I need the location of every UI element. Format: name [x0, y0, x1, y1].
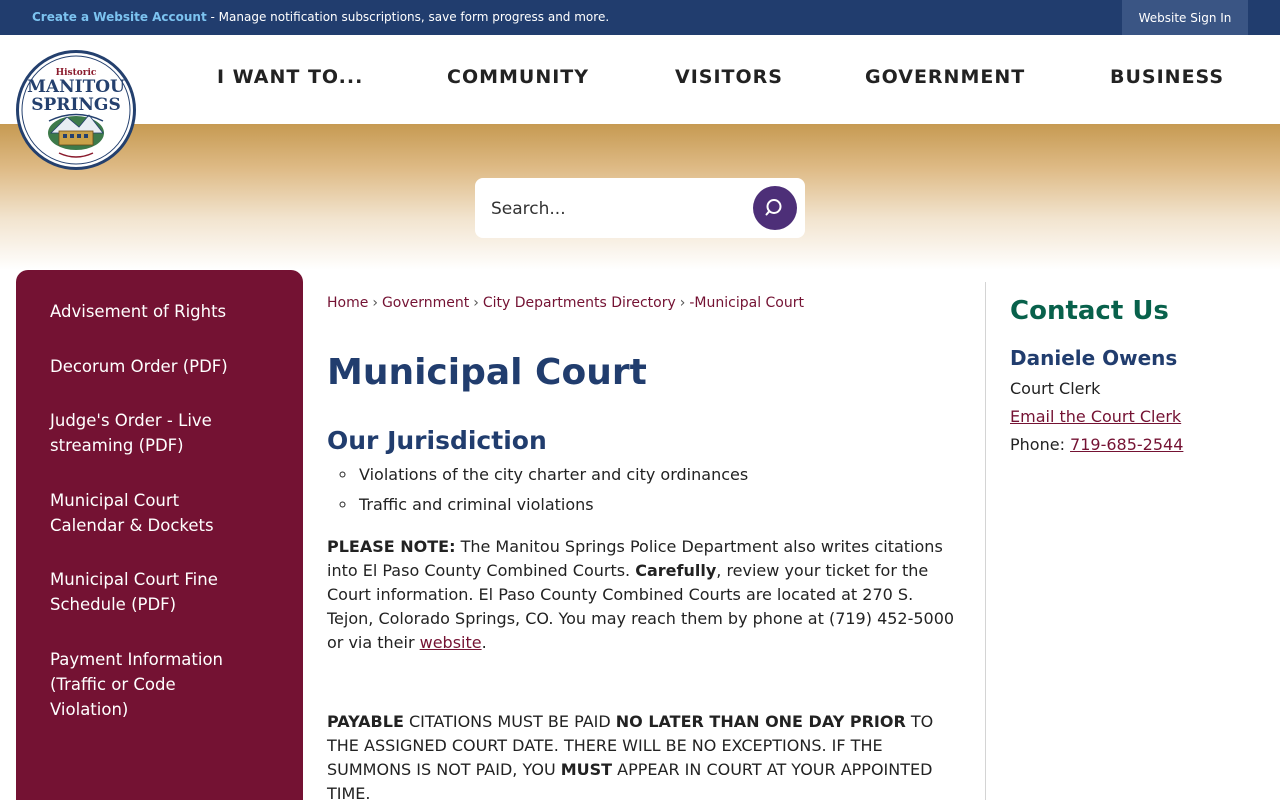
phone-link[interactable]: 719-685-2544 [1070, 435, 1183, 454]
notification-message: Create a Website Account - Manage notifi… [32, 10, 609, 24]
search-icon [765, 199, 782, 216]
phone-label: Phone: [1010, 435, 1071, 454]
breadcrumb-municipal-court[interactable]: -Municipal Court [689, 295, 804, 311]
note-label: PLEASE NOTE: [327, 537, 456, 556]
sidebar-item-advisement-of-rights[interactable]: Advisement of Rights [50, 299, 290, 324]
contact-heading: Contact Us [1010, 296, 1169, 326]
breadcrumb-separator: › [372, 295, 378, 311]
nav-visitors[interactable]: VISITORS [675, 66, 783, 88]
jurisdiction-heading: Our Jurisdiction [327, 426, 547, 455]
list-item: Violations of the city charter and city … [357, 460, 748, 490]
search-button[interactable] [753, 186, 797, 230]
note-paragraph: PLEASE NOTE: The Manitou Springs Police … [327, 535, 957, 655]
payable-text: CITATIONS MUST BE PAID [403, 712, 616, 731]
search-box [475, 178, 805, 238]
contact-phone-line: Phone: 719-685-2544 [1010, 435, 1183, 454]
email-court-clerk-link[interactable]: Email the Court Clerk [1010, 407, 1181, 426]
svg-text:SPRINGS: SPRINGS [31, 95, 120, 115]
payable-must: MUST [560, 760, 613, 779]
svg-text:MANITOU: MANITOU [27, 77, 125, 97]
list-item: Traffic and criminal violations [357, 490, 748, 520]
sidebar-item-decorum-order[interactable]: Decorum Order (PDF) [50, 354, 290, 379]
column-divider [985, 282, 986, 800]
jurisdiction-list: Violations of the city charter and city … [357, 460, 748, 520]
create-account-link[interactable]: Create a Website Account [32, 10, 207, 24]
contact-email-line: Email the Court Clerk [1010, 407, 1181, 426]
note-end: . [481, 633, 487, 652]
note-emphasis: Carefully [635, 561, 717, 580]
notification-text: - Manage notification subscriptions, sav… [206, 10, 610, 24]
city-seal-icon: Historic MANITOU SPRINGS [21, 55, 131, 165]
payable-deadline: NO LATER THAN ONE DAY PRIOR [615, 712, 906, 731]
breadcrumb-city-departments[interactable]: City Departments Directory [483, 295, 676, 311]
breadcrumb-government[interactable]: Government [382, 295, 469, 311]
breadcrumb-separator: › [679, 295, 686, 311]
nav-community[interactable]: COMMUNITY [447, 66, 589, 88]
breadcrumb-separator: › [473, 295, 479, 311]
sidebar-item-calendar-dockets[interactable]: Municipal Court Calendar & Dockets [50, 488, 240, 538]
breadcrumb: Home › Government › City Departments Directo… [327, 295, 804, 311]
nav-government[interactable]: GOVERNMENT [865, 66, 1025, 88]
county-website-link[interactable]: website [420, 633, 482, 652]
sidebar-item-judges-order[interactable]: Judge's Order - Live streaming (PDF) [50, 408, 250, 458]
payable-paragraph: PAYABLE CITATIONS MUST BE PAID NO LATER … [327, 710, 957, 800]
top-bar: Create a Website Account - Manage notifi… [0, 0, 1280, 35]
nav-i-want-to[interactable]: I WANT TO... [217, 66, 363, 88]
sidebar-item-fine-schedule[interactable]: Municipal Court Fine Schedule (PDF) [50, 567, 250, 617]
city-logo[interactable]: Historic MANITOU SPRINGS [16, 50, 136, 170]
payable-bold: PAYABLE [327, 712, 404, 731]
sidebar-item-payment-information[interactable]: Payment Information (Traffic or Code Vio… [50, 647, 250, 722]
contact-role: Court Clerk [1010, 379, 1101, 398]
nav-business[interactable]: BUSINESS [1110, 66, 1224, 88]
search-input[interactable] [491, 194, 741, 224]
page-title: Municipal Court [327, 352, 647, 393]
header [0, 35, 1280, 124]
breadcrumb-home[interactable]: Home [327, 295, 368, 311]
contact-name: Daniele Owens [1010, 346, 1178, 370]
website-sign-in-button[interactable]: Website Sign In [1122, 0, 1248, 35]
sidebar: Advisement of Rights Decorum Order (PDF)… [16, 270, 303, 800]
